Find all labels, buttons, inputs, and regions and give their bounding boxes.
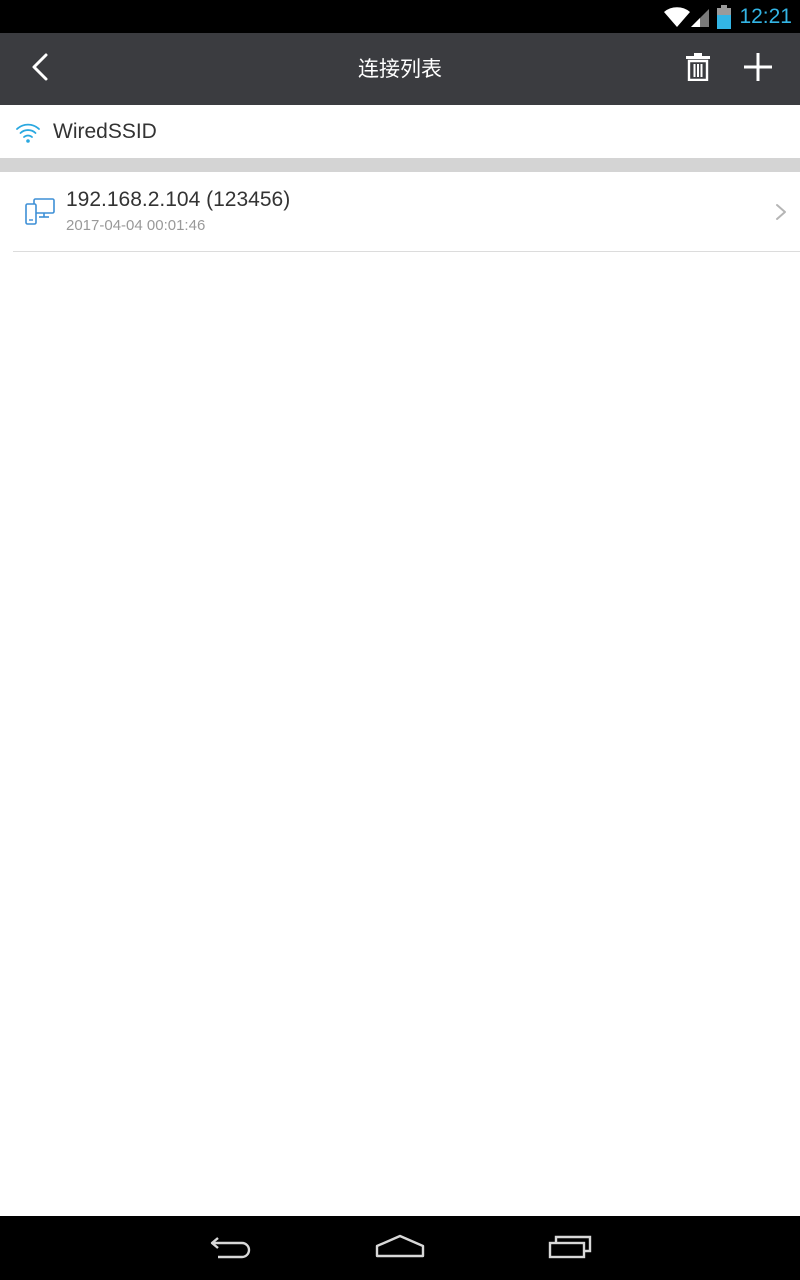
network-header: WiredSSID [0, 105, 800, 158]
connection-timestamp: 2017-04-04 00:01:46 [66, 217, 206, 234]
cell-signal-icon [689, 6, 711, 28]
delete-button[interactable] [674, 43, 722, 95]
home-icon [374, 1232, 426, 1264]
wifi-signal-icon [663, 6, 691, 28]
status-bar: 12:21 [0, 0, 800, 33]
back-button[interactable] [14, 43, 66, 95]
connection-address: 192.168.2.104 (123456) [66, 188, 291, 211]
plus-icon [742, 51, 774, 87]
devices-icon [22, 196, 56, 228]
page-title: 连接列表 [358, 57, 442, 81]
navigation-bar [0, 1216, 800, 1280]
nav-back-button[interactable] [190, 1228, 270, 1268]
battery-icon [717, 4, 732, 29]
ssid-name: WiredSSID [53, 120, 157, 143]
status-icons: 12:21 [663, 0, 792, 33]
add-button[interactable] [733, 43, 783, 95]
recents-icon [546, 1232, 594, 1264]
list-item[interactable]: 192.168.2.104 (123456) 2017-04-04 00:01:… [0, 172, 800, 252]
nav-home-button[interactable] [360, 1228, 440, 1268]
trash-icon [685, 53, 711, 85]
chevron-right-icon [772, 200, 790, 224]
back-icon [206, 1232, 254, 1264]
back-arrow-icon [28, 52, 52, 86]
item-divider [13, 251, 800, 252]
section-divider [0, 158, 800, 172]
nav-recents-button[interactable] [530, 1228, 610, 1268]
status-time: 12:21 [739, 4, 792, 28]
app-bar: 连接列表 [0, 33, 800, 105]
wifi-icon [15, 120, 41, 144]
